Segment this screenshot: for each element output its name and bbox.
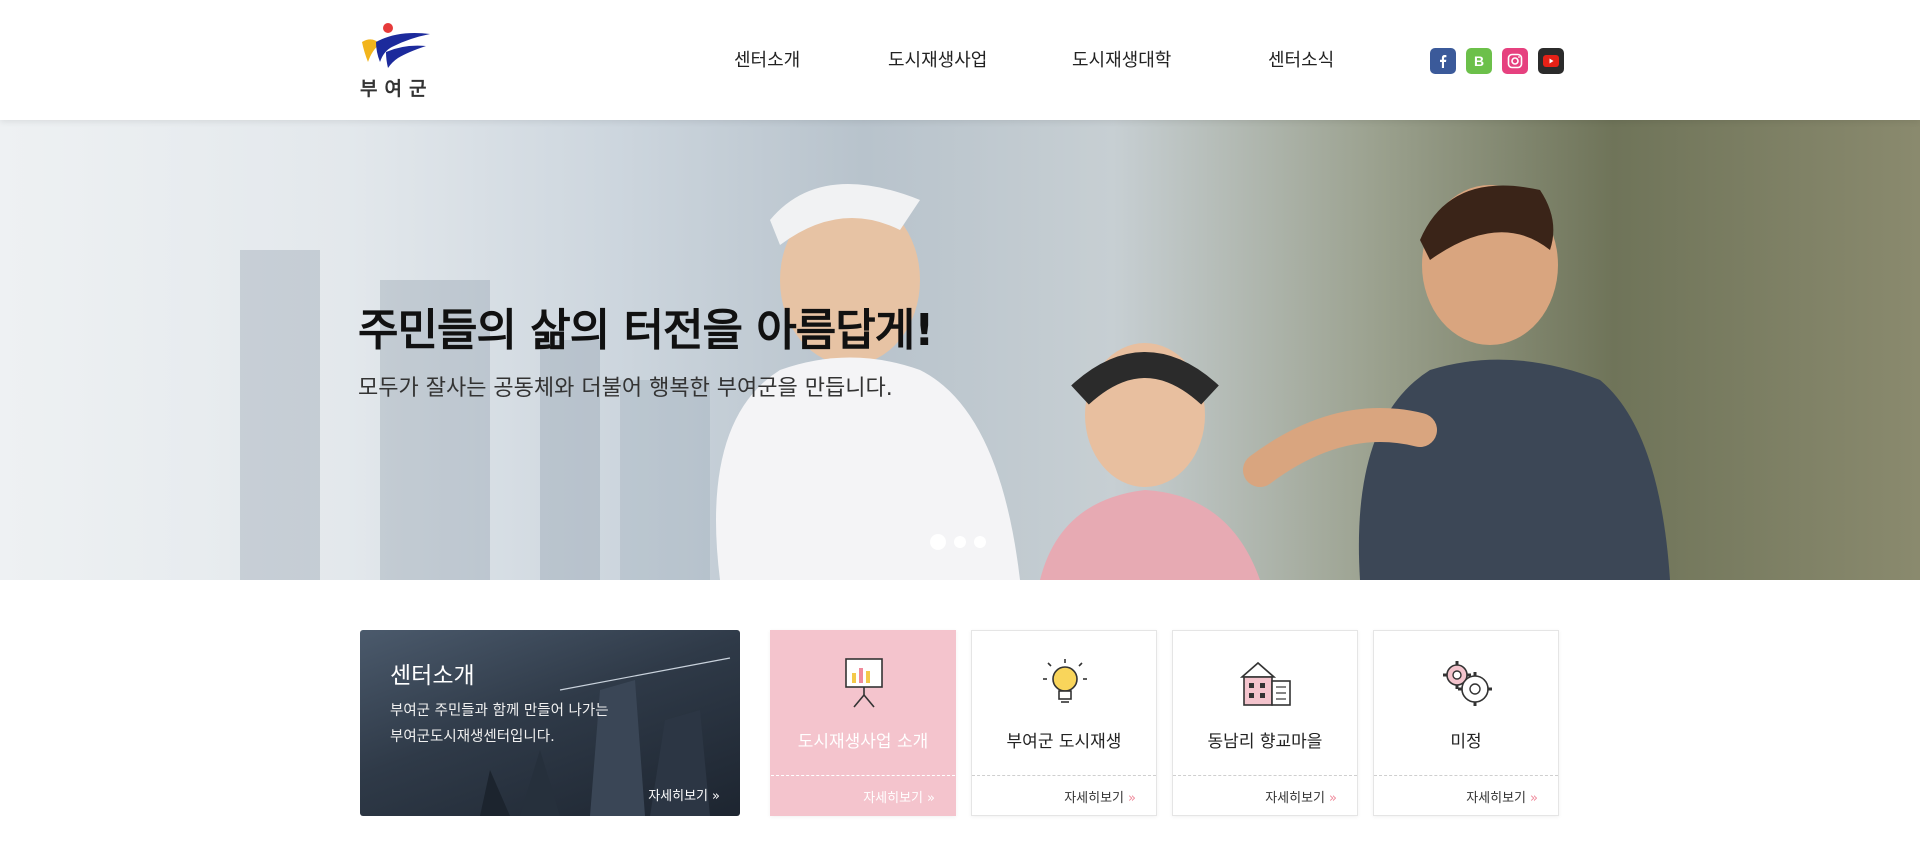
logo-mark-icon	[362, 23, 430, 68]
card-label: 부여군 도시재생	[1006, 732, 1122, 752]
nav-urban-regeneration-project[interactable]: 도시재생사업	[888, 46, 987, 72]
intro-more-link[interactable]: 자세히보기»	[648, 785, 720, 804]
card-more-link[interactable]: 자세히보기»	[1064, 787, 1136, 806]
instagram-icon[interactable]	[1502, 48, 1528, 74]
lightbulb-icon	[1043, 659, 1087, 703]
more-label: 자세히보기	[1466, 791, 1527, 806]
card-more-link[interactable]: 자세히보기»	[1466, 787, 1538, 806]
card-label: 동남리 향교마을	[1207, 732, 1323, 752]
double-chevron-right-icon: »	[927, 791, 935, 806]
logo-text: 부여군	[360, 78, 434, 100]
site-header: 부여군 센터소개 도시재생사업 도시재생대학 센터소식 B	[0, 0, 1920, 120]
nav-center-intro[interactable]: 센터소개	[734, 46, 800, 72]
intro-description: 부여군 주민들과 함께 만들어 나가는 부여군도시재생센터입니다.	[390, 698, 690, 750]
blog-icon[interactable]: B	[1466, 48, 1492, 74]
buildings-icon	[1239, 661, 1291, 706]
card-label: 미정	[1450, 732, 1482, 752]
card-divider	[771, 775, 955, 776]
gears-icon	[1443, 661, 1492, 706]
city-building	[240, 250, 320, 580]
card-divider	[972, 775, 1156, 776]
facebook-icon[interactable]	[1430, 48, 1456, 74]
social-links: B	[1430, 48, 1564, 74]
card-urban-regeneration-intro[interactable]: 도시재생사업 소개 자세히보기»	[770, 630, 956, 816]
more-label: 자세히보기	[1265, 791, 1326, 806]
card-dongnamri-village[interactable]: 동남리 향교마을 자세히보기»	[1172, 630, 1358, 816]
buyeo-logo[interactable]: 부여군	[358, 22, 438, 100]
card-buyeo-urban-regeneration[interactable]: 부여군 도시재생 자세히보기»	[971, 630, 1157, 816]
card-divider	[1173, 775, 1357, 776]
double-chevron-right-icon: »	[1128, 791, 1136, 806]
intro-desc-line: 부여군 주민들과 함께 만들어 나가는	[390, 703, 609, 719]
intro-title: 센터소개	[390, 663, 475, 689]
slide-dot-2[interactable]	[954, 536, 966, 548]
double-chevron-right-icon: »	[1530, 791, 1538, 806]
nav-center-news[interactable]: 센터소식	[1268, 46, 1334, 72]
slide-dot-3[interactable]	[974, 536, 986, 548]
card-divider	[1374, 775, 1558, 776]
card-undecided[interactable]: 미정 자세히보기»	[1373, 630, 1559, 816]
card-label: 도시재생사업 소개	[797, 732, 929, 752]
slider-pagination	[930, 534, 986, 550]
more-label: 자세히보기	[648, 789, 709, 804]
nav-urban-regeneration-college[interactable]: 도시재생대학	[1072, 46, 1171, 72]
double-chevron-right-icon: »	[1329, 791, 1337, 806]
hero-subtitle: 모두가 잘사는 공동체와 더불어 행복한 부여군을 만듭니다.	[358, 376, 893, 401]
hero-banner: 주민들의 삶의 터전을 아름답게! 모두가 잘사는 공동체와 더불어 행복한 부…	[0, 120, 1920, 580]
double-chevron-right-icon: »	[712, 789, 720, 804]
more-label: 자세히보기	[1064, 791, 1125, 806]
youtube-icon[interactable]	[1538, 48, 1564, 74]
intro-desc-line: 부여군도시재생센터입니다.	[390, 729, 555, 745]
slide-dot-1[interactable]	[930, 534, 946, 550]
hero-title: 주민들의 삶의 터전을 아름답게!	[358, 305, 934, 356]
presentation-board-icon	[845, 658, 883, 708]
card-more-link[interactable]: 자세히보기»	[863, 787, 935, 806]
more-label: 자세히보기	[863, 791, 924, 806]
card-more-link[interactable]: 자세히보기»	[1265, 787, 1337, 806]
center-intro-card[interactable]: 센터소개 부여군 주민들과 함께 만들어 나가는 부여군도시재생센터입니다. 자…	[360, 630, 740, 816]
